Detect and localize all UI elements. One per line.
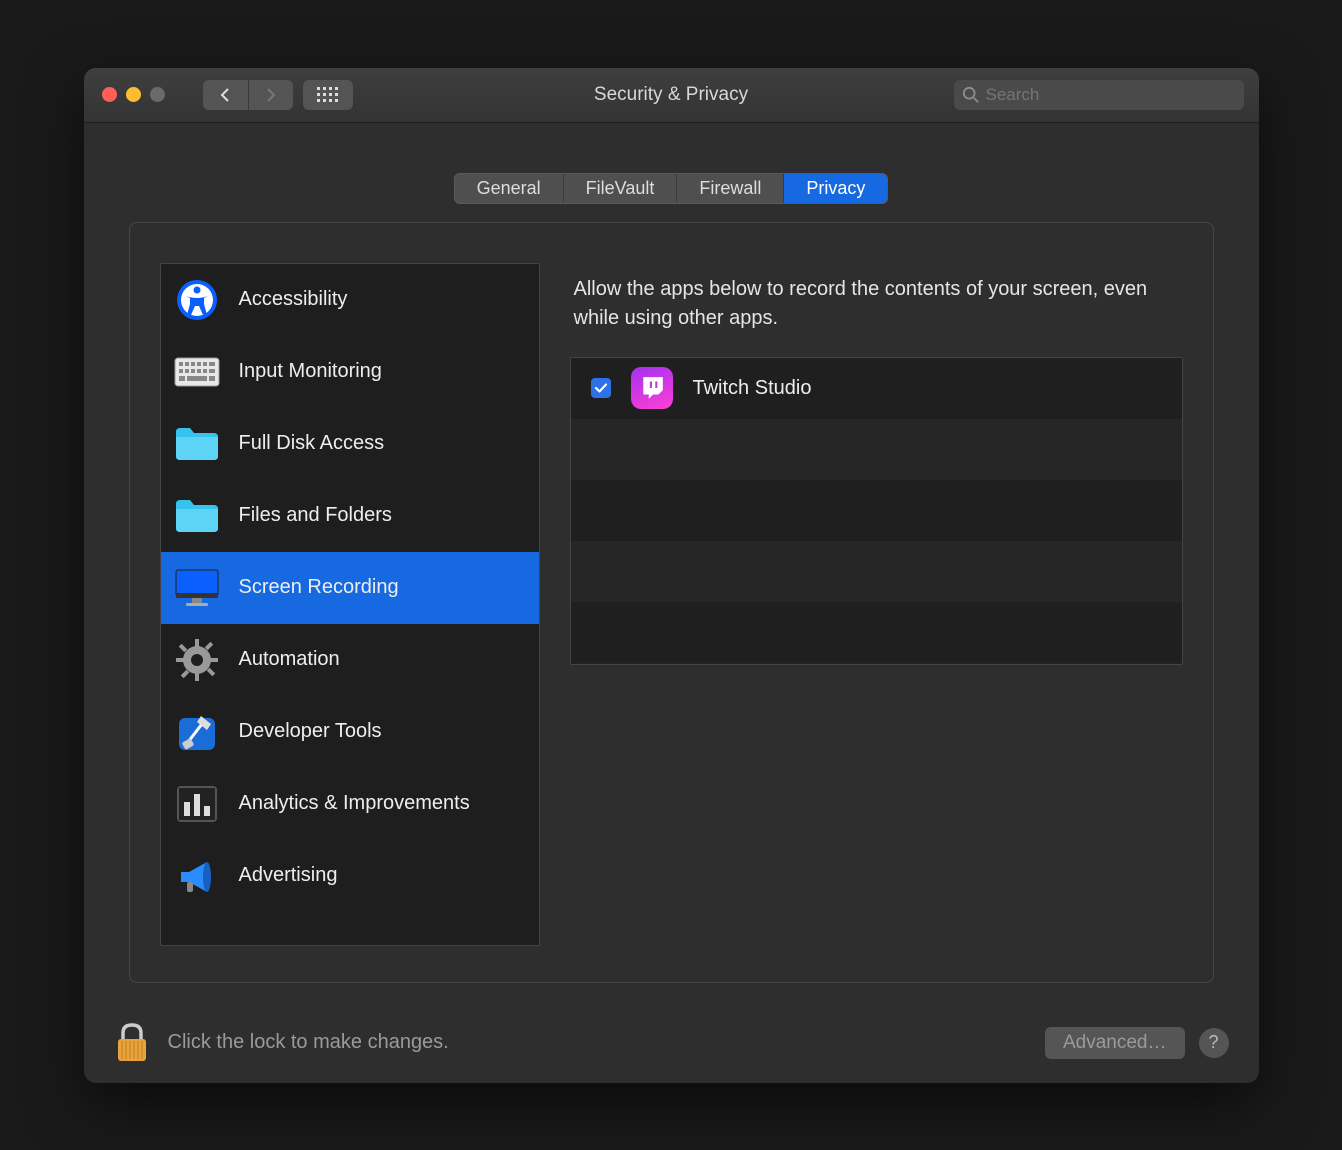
sidebar-item-label: Screen Recording bbox=[239, 576, 399, 599]
search-field[interactable] bbox=[954, 80, 1244, 110]
forward-button[interactable] bbox=[248, 80, 293, 110]
window-controls bbox=[102, 87, 165, 102]
sidebar-item-input-monitoring[interactable]: Input Monitoring bbox=[161, 336, 539, 408]
tab-filevault[interactable]: FileVault bbox=[564, 174, 678, 203]
tab-general[interactable]: General bbox=[455, 174, 564, 203]
sidebar-item-label: Full Disk Access bbox=[239, 432, 385, 455]
app-checkbox[interactable] bbox=[591, 378, 611, 398]
grid-icon bbox=[317, 87, 338, 102]
close-window-button[interactable] bbox=[102, 87, 117, 102]
app-row-empty bbox=[571, 419, 1182, 480]
display-icon bbox=[173, 566, 221, 610]
app-row-empty bbox=[571, 602, 1182, 663]
body: General FileVault Firewall Privacy Acces… bbox=[84, 123, 1259, 1003]
sidebar-item-analytics[interactable]: Analytics & Improvements bbox=[161, 768, 539, 840]
hammer-icon bbox=[173, 710, 221, 754]
zoom-window-button[interactable] bbox=[150, 87, 165, 102]
chevron-right-icon bbox=[265, 87, 277, 103]
nav-buttons bbox=[203, 80, 293, 110]
minimize-window-button[interactable] bbox=[126, 87, 141, 102]
advanced-button[interactable]: Advanced… bbox=[1045, 1027, 1185, 1059]
help-button[interactable]: ? bbox=[1199, 1028, 1229, 1058]
gear-icon bbox=[173, 638, 221, 682]
sidebar-item-screen-recording[interactable]: Screen Recording bbox=[161, 552, 539, 624]
checkmark-icon bbox=[594, 381, 608, 395]
keyboard-icon bbox=[173, 350, 221, 394]
megaphone-icon bbox=[173, 854, 221, 898]
accessibility-icon bbox=[173, 278, 221, 322]
sidebar-item-label: Accessibility bbox=[239, 288, 348, 311]
lock-text: Click the lock to make changes. bbox=[168, 1031, 449, 1054]
lock-area[interactable]: Click the lock to make changes. bbox=[114, 1021, 449, 1065]
app-row-empty bbox=[571, 541, 1182, 602]
sidebar-item-full-disk-access[interactable]: Full Disk Access bbox=[161, 408, 539, 480]
sidebar-item-advertising[interactable]: Advertising bbox=[161, 840, 539, 912]
privacy-category-list[interactable]: Accessibility Input Monitoring Full Disk… bbox=[160, 263, 540, 946]
sidebar-item-label: Advertising bbox=[239, 864, 338, 887]
sidebar-item-label: Input Monitoring bbox=[239, 360, 382, 383]
folder-icon bbox=[173, 494, 221, 538]
app-list[interactable]: Twitch Studio bbox=[570, 357, 1183, 665]
titlebar: Security & Privacy bbox=[84, 68, 1259, 123]
twitch-icon bbox=[631, 367, 673, 409]
preferences-window: Security & Privacy General FileVault Fir… bbox=[84, 68, 1259, 1083]
footer: Click the lock to make changes. Advanced… bbox=[84, 1003, 1259, 1083]
sidebar-item-label: Automation bbox=[239, 648, 340, 671]
sidebar-item-label: Developer Tools bbox=[239, 720, 382, 743]
sidebar-item-developer-tools[interactable]: Developer Tools bbox=[161, 696, 539, 768]
tab-firewall[interactable]: Firewall bbox=[677, 174, 784, 203]
back-button[interactable] bbox=[203, 80, 248, 110]
app-row[interactable]: Twitch Studio bbox=[571, 358, 1182, 419]
chevron-left-icon bbox=[219, 87, 231, 103]
chart-icon bbox=[173, 782, 221, 826]
search-icon bbox=[962, 86, 980, 104]
show-all-button[interactable] bbox=[303, 80, 353, 110]
app-name: Twitch Studio bbox=[693, 377, 812, 400]
privacy-panel: Accessibility Input Monitoring Full Disk… bbox=[129, 222, 1214, 983]
sidebar-item-files-and-folders[interactable]: Files and Folders bbox=[161, 480, 539, 552]
privacy-detail-pane: Allow the apps below to record the conte… bbox=[570, 263, 1183, 946]
tab-privacy[interactable]: Privacy bbox=[784, 174, 887, 203]
search-input[interactable] bbox=[986, 85, 1236, 105]
app-row-empty bbox=[571, 480, 1182, 541]
lock-icon bbox=[114, 1021, 150, 1065]
sidebar-item-automation[interactable]: Automation bbox=[161, 624, 539, 696]
privacy-description: Allow the apps below to record the conte… bbox=[570, 263, 1183, 357]
sidebar-item-label: Files and Folders bbox=[239, 504, 392, 527]
sidebar-item-label: Analytics & Improvements bbox=[239, 792, 470, 815]
tab-bar: General FileVault Firewall Privacy bbox=[454, 173, 889, 204]
sidebar-item-accessibility[interactable]: Accessibility bbox=[161, 264, 539, 336]
folder-icon bbox=[173, 422, 221, 466]
